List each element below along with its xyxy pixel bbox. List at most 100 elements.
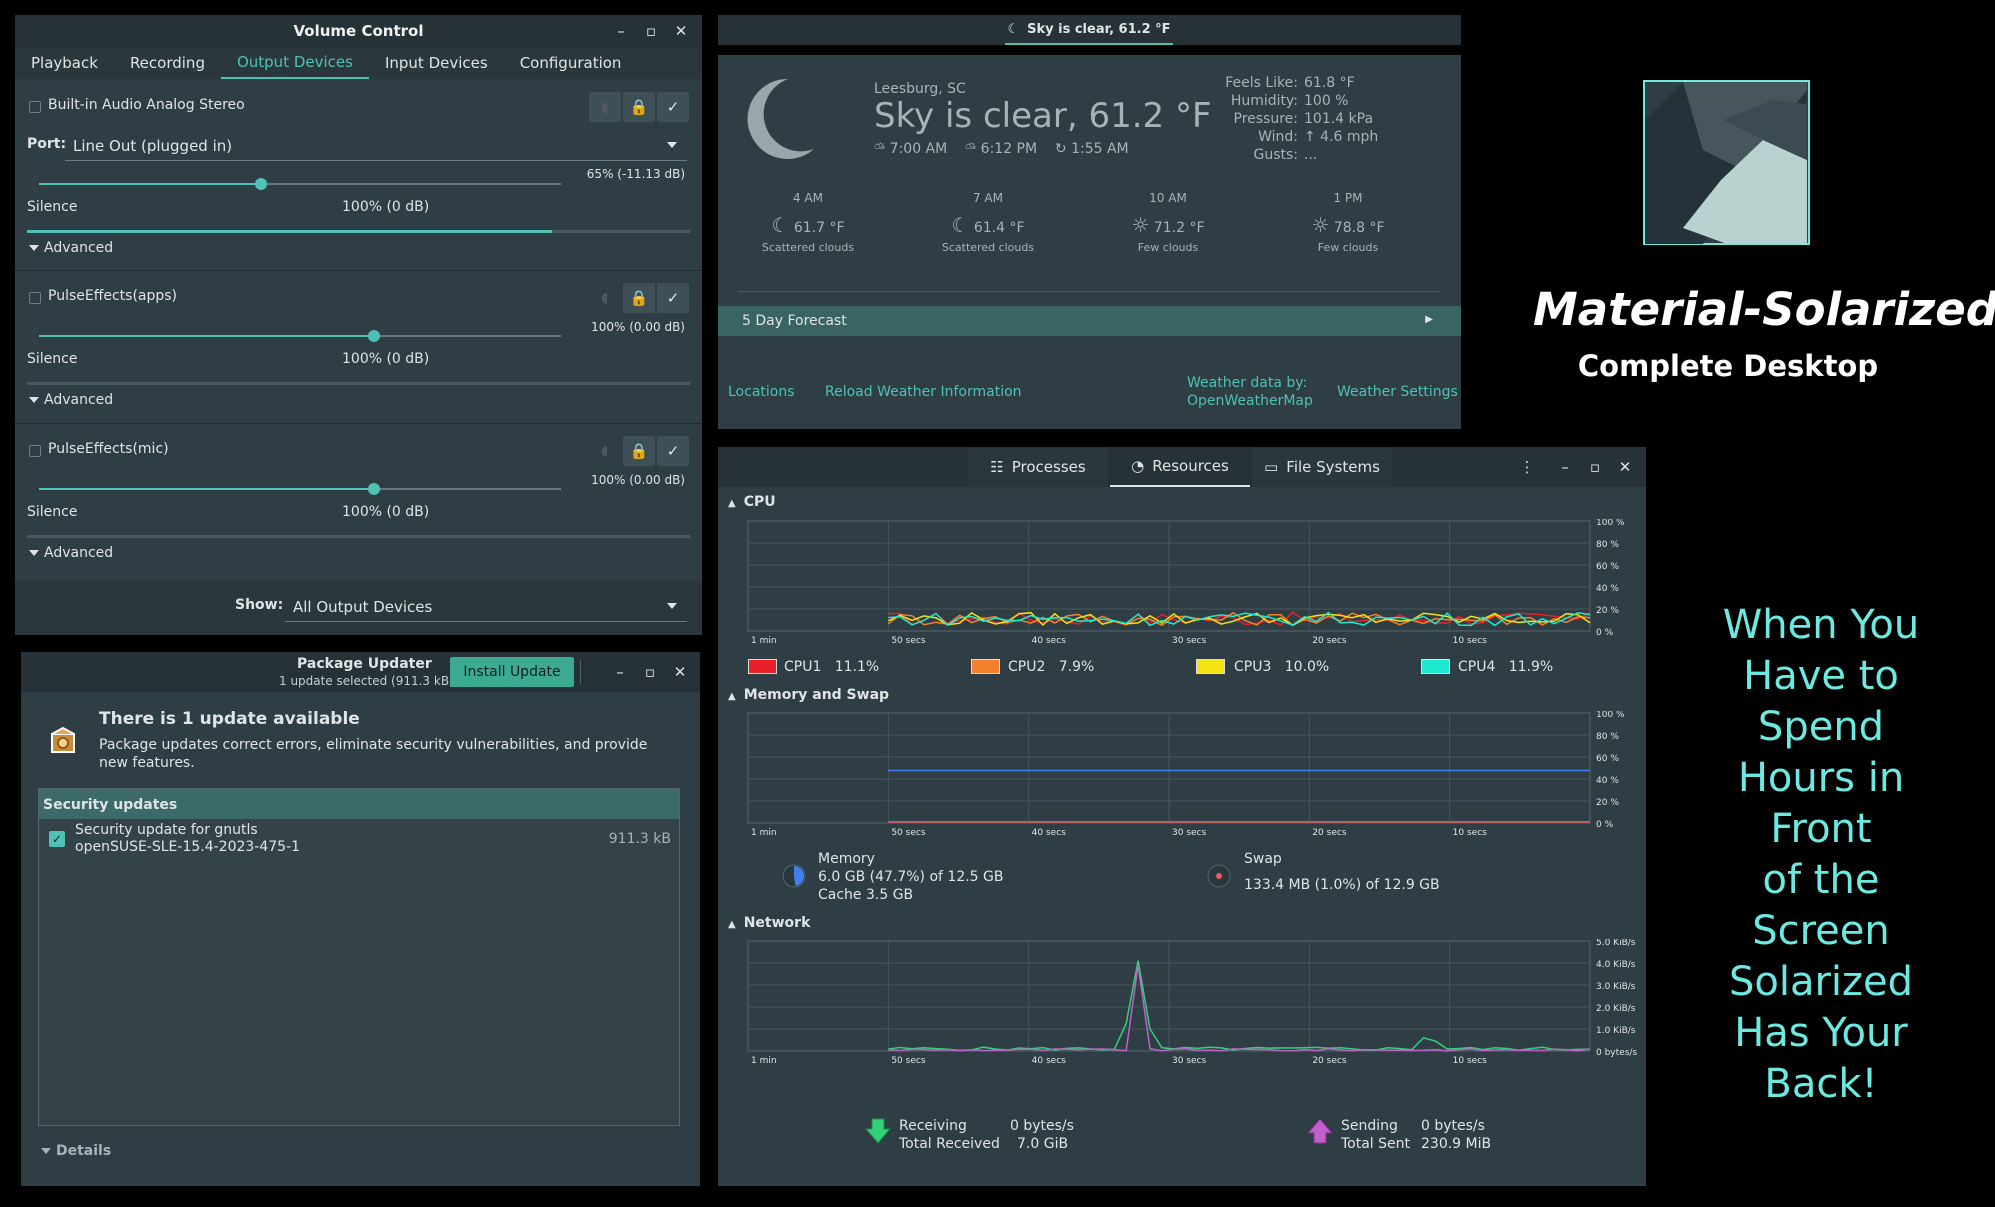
x-tick-label: 40 secs — [1032, 1056, 1066, 1066]
cpu-section-toggle[interactable]: ▲ CPU — [728, 494, 776, 510]
hour-time: 7 AM — [972, 191, 1003, 205]
speaker-icon[interactable]: ◖ — [601, 443, 608, 459]
total-sent-value: 230.9 MiB — [1421, 1136, 1492, 1152]
memory-pie-icon[interactable] — [781, 863, 807, 889]
weather-settings-link[interactable]: Weather Settings — [1337, 384, 1458, 400]
locations-link[interactable]: Locations — [728, 384, 795, 400]
detail-value: 101.4 kPa — [1304, 111, 1374, 127]
peak-meter-track — [27, 382, 690, 385]
weather-indicator[interactable]: ☾ Sky is clear, 61.2 °F — [1005, 15, 1173, 45]
menu-icon[interactable]: ⋮ — [1512, 458, 1542, 476]
set-default-button[interactable]: ✓ — [657, 436, 689, 466]
cpu4-color-swatch[interactable] — [1421, 659, 1450, 674]
close-icon[interactable]: ✕ — [665, 663, 695, 681]
weather-data-by[interactable]: Weather data by: — [1187, 375, 1307, 391]
advanced-label: Advanced — [44, 545, 114, 561]
total-received-value: 7.0 GiB — [1017, 1136, 1069, 1152]
speaker-icon[interactable]: ◖ — [601, 290, 608, 306]
download-arrow-icon — [865, 1118, 891, 1144]
detail-key: Wind: — [1258, 129, 1298, 145]
sunset-time: 6:12 PM — [980, 141, 1038, 157]
cpu3-color-swatch[interactable] — [1196, 659, 1225, 674]
group-label: Security updates — [43, 797, 178, 813]
x-tick-label: 20 secs — [1312, 828, 1346, 838]
tab-processes[interactable]: ☷ Processes — [968, 447, 1108, 487]
advanced-label: Advanced — [44, 392, 114, 408]
close-icon[interactable]: ✕ — [1610, 458, 1640, 476]
footer-bar: Show: All Output Devices — [15, 580, 702, 635]
volume-level: 100% (0.00 dB) — [591, 320, 685, 334]
update-checkbox[interactable]: ✓ — [49, 831, 65, 847]
drive-icon: ▭ — [1264, 458, 1279, 476]
detail-key: Feels Like: — [1225, 75, 1298, 91]
peak-meter-fill — [27, 230, 552, 233]
y-tick-label: 0 % — [1596, 820, 1614, 830]
lock-channels-button[interactable]: 🔒 — [623, 436, 655, 466]
tab-configuration[interactable]: Configuration — [504, 47, 638, 79]
cpu2-color-swatch[interactable] — [971, 659, 1000, 674]
tab-file-systems[interactable]: ▭ File Systems — [1252, 447, 1392, 487]
mute-toggle[interactable] — [29, 445, 41, 457]
details-expander[interactable]: Details — [41, 1143, 111, 1159]
x-tick-label: 50 secs — [891, 636, 925, 646]
update-item[interactable]: ✓ Security update for gnutls openSUSE-SL… — [39, 819, 679, 863]
volume-slider-knob[interactable] — [255, 178, 267, 190]
y-tick-label: 0 bytes/s — [1596, 1048, 1637, 1058]
mute-button[interactable]: ◖ — [589, 92, 621, 122]
receiving-label: Receiving — [899, 1118, 967, 1134]
maximize-icon[interactable]: ▫ — [636, 22, 666, 40]
chevron-down-icon — [41, 1148, 51, 1154]
reload-weather-link[interactable]: Reload Weather Information — [825, 384, 1022, 400]
volume-slider-knob[interactable] — [368, 330, 380, 342]
openweathermap-link[interactable]: OpenWeatherMap — [1187, 393, 1313, 409]
port-select[interactable]: Line Out (plugged in) — [65, 131, 687, 161]
tab-resources[interactable]: ◔ Resources — [1110, 447, 1250, 487]
mute-toggle[interactable] — [29, 101, 41, 113]
cpu2-label: CPU2 7.9% — [1008, 659, 1094, 675]
package-icon — [51, 726, 75, 753]
x-tick-label: 20 secs — [1312, 636, 1346, 646]
y-tick-label: 100 % — [1596, 519, 1625, 528]
lock-channels-button[interactable]: 🔒 — [623, 92, 655, 122]
tab-label: Resources — [1152, 457, 1229, 475]
maximize-icon[interactable]: ▫ — [635, 663, 665, 681]
volume-titlebar[interactable]: Volume Control — [15, 15, 702, 47]
total-sent-label: Total Sent — [1341, 1136, 1411, 1152]
close-icon[interactable]: ✕ — [666, 22, 696, 40]
show-select[interactable]: All Output Devices — [285, 592, 687, 622]
tab-recording[interactable]: Recording — [114, 47, 221, 79]
volume-level: 65% (-11.13 dB) — [586, 167, 685, 181]
network-section-toggle[interactable]: ▲ Network — [728, 915, 810, 931]
advanced-expander[interactable]: Advanced — [29, 545, 113, 561]
install-update-button[interactable]: Install Update — [450, 657, 574, 687]
moon-icon: ☾ — [1007, 21, 1020, 37]
weather-summary: Sky is clear, 61.2 °F — [874, 96, 1212, 136]
tab-input-devices[interactable]: Input Devices — [369, 47, 504, 79]
tagline-line: Hours in — [1737, 755, 1905, 801]
show-label: Show: — [235, 597, 284, 613]
total-received-label: Total Received — [899, 1136, 1000, 1152]
sending-rate: 0 bytes/s — [1421, 1118, 1485, 1134]
volume-slider-knob[interactable] — [368, 483, 380, 495]
cpu1-color-swatch[interactable] — [748, 659, 777, 674]
minimize-icon[interactable]: – — [606, 22, 636, 40]
minimize-icon[interactable]: – — [605, 663, 635, 681]
advanced-expander[interactable]: Advanced — [29, 240, 113, 256]
minimize-icon[interactable]: – — [1550, 458, 1580, 476]
set-default-button[interactable]: ✓ — [657, 283, 689, 313]
mute-toggle[interactable] — [29, 292, 41, 304]
lock-channels-button[interactable]: 🔒 — [623, 283, 655, 313]
memory-history-graph: 100 % 80 % 60 % 40 % 20 % 0 % 1 min 50 secs 40 s… — [747, 711, 1625, 838]
tab-output-devices[interactable]: Output Devices — [220, 47, 369, 79]
five-day-forecast-button[interactable]: 5 Day Forecast ▶ — [718, 306, 1461, 336]
tab-playback[interactable]: Playback — [15, 47, 114, 79]
chevron-up-icon: ▲ — [728, 691, 736, 702]
maximize-icon[interactable]: ▫ — [1580, 458, 1610, 476]
memory-section-toggle[interactable]: ▲ Memory and Swap — [728, 687, 889, 703]
refresh-icon: ↻ — [1054, 141, 1067, 157]
set-default-button[interactable]: ✓ — [657, 92, 689, 122]
weather-panel-tab[interactable]: ☾ Sky is clear, 61.2 °F — [718, 15, 1461, 45]
swap-pie-icon[interactable] — [1206, 863, 1232, 889]
advanced-expander[interactable]: Advanced — [29, 392, 113, 408]
port-value: Line Out (plugged in) — [73, 136, 233, 155]
